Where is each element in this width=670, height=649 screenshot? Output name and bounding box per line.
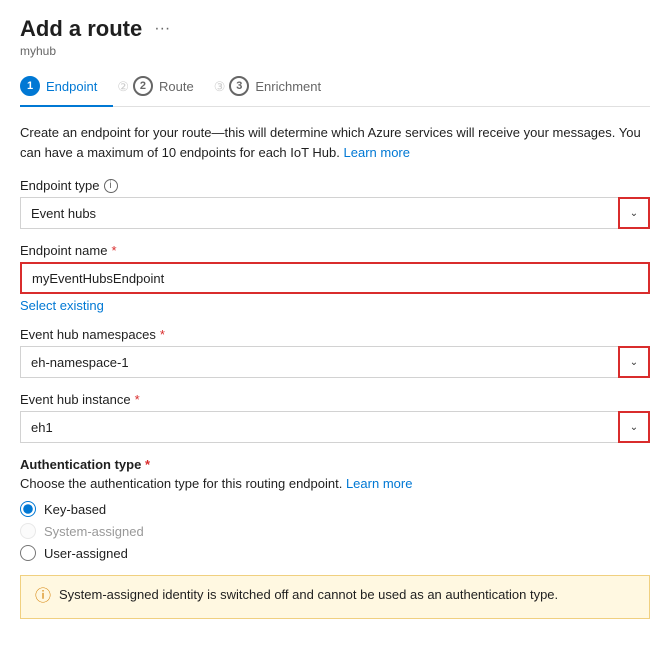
radio-system-assigned-input	[20, 523, 36, 539]
learn-more-link-1[interactable]: Learn more	[344, 145, 410, 160]
event-hub-instance-label: Event hub instance *	[20, 392, 650, 407]
auth-required: *	[145, 457, 150, 472]
endpoint-type-dropdown-container: Event hubs ⌄	[20, 197, 650, 229]
step-1-label: Endpoint	[46, 79, 97, 94]
event-hub-instance-required: *	[135, 392, 140, 407]
radio-system-assigned: System-assigned	[20, 523, 650, 539]
endpoint-type-info-icon[interactable]: i	[104, 179, 118, 193]
endpoint-type-dropdown-button[interactable]: ⌄	[618, 197, 650, 229]
event-hub-instance-dropdown-button[interactable]: ⌄	[618, 411, 650, 443]
endpoint-type-label: Endpoint type i	[20, 178, 650, 193]
event-hub-namespaces-required: *	[160, 327, 165, 342]
step-enrichment[interactable]: 3 Enrichment	[229, 68, 337, 106]
step-route[interactable]: 2 Route	[133, 68, 210, 106]
warning-icon: ⓘ	[35, 586, 51, 608]
endpoint-name-label: Endpoint name *	[20, 243, 650, 258]
event-hub-instance-field: Event hub instance * eh1 ⌄	[20, 392, 650, 443]
radio-user-assigned-input[interactable]	[20, 545, 36, 561]
steps-nav: 1 Endpoint ② 2 Route ③ 3 Enrichment	[20, 68, 650, 107]
step-2-circle: 2	[133, 76, 153, 96]
endpoint-name-required: *	[111, 243, 116, 258]
radio-key-based-input[interactable]	[20, 501, 36, 517]
radio-user-assigned[interactable]: User-assigned	[20, 545, 650, 561]
step-3-label: Enrichment	[255, 79, 321, 94]
step-sep-2: ③	[214, 79, 226, 95]
event-hub-namespaces-chevron-icon: ⌄	[630, 357, 638, 368]
radio-key-based[interactable]: Key-based	[20, 501, 650, 517]
description-text: Create an endpoint for your route—this w…	[20, 123, 650, 162]
endpoint-type-field: Endpoint type i Event hubs ⌄	[20, 178, 650, 229]
step-3-circle: 3	[229, 76, 249, 96]
auth-type-title: Authentication type *	[20, 457, 650, 472]
event-hub-namespaces-dropdown-button[interactable]: ⌄	[618, 346, 650, 378]
auth-description: Choose the authentication type for this …	[20, 476, 650, 491]
page-title: Add a route	[20, 16, 142, 42]
event-hub-instance-chevron-icon: ⌄	[630, 422, 638, 433]
warning-box: ⓘ System-assigned identity is switched o…	[20, 575, 650, 619]
step-1-circle: 1	[20, 76, 40, 96]
event-hub-namespaces-dropdown-container: eh-namespace-1 ⌄	[20, 346, 650, 378]
auth-radio-group: Key-based System-assigned User-assigned	[20, 501, 650, 561]
endpoint-type-chevron-icon: ⌄	[630, 208, 638, 219]
event-hub-instance-dropdown-container: eh1 ⌄	[20, 411, 650, 443]
event-hub-namespaces-display: eh-namespace-1	[20, 346, 618, 378]
warning-text: System-assigned identity is switched off…	[59, 586, 558, 604]
step-2-label: Route	[159, 79, 194, 94]
event-hub-namespaces-label: Event hub namespaces *	[20, 327, 650, 342]
endpoint-type-display: Event hubs	[20, 197, 618, 229]
auth-learn-more-link[interactable]: Learn more	[346, 476, 412, 491]
hub-name: myhub	[20, 44, 650, 58]
event-hub-namespaces-field: Event hub namespaces * eh-namespace-1 ⌄	[20, 327, 650, 378]
endpoint-name-field: Endpoint name * Select existing	[20, 243, 650, 313]
auth-type-field: Authentication type * Choose the authent…	[20, 457, 650, 561]
event-hub-instance-display: eh1	[20, 411, 618, 443]
ellipsis-menu-button[interactable]: ···	[150, 18, 174, 40]
endpoint-name-input[interactable]	[20, 262, 650, 294]
select-existing-link[interactable]: Select existing	[20, 298, 104, 313]
step-sep-1: ②	[117, 79, 129, 95]
step-endpoint[interactable]: 1 Endpoint	[20, 68, 113, 106]
